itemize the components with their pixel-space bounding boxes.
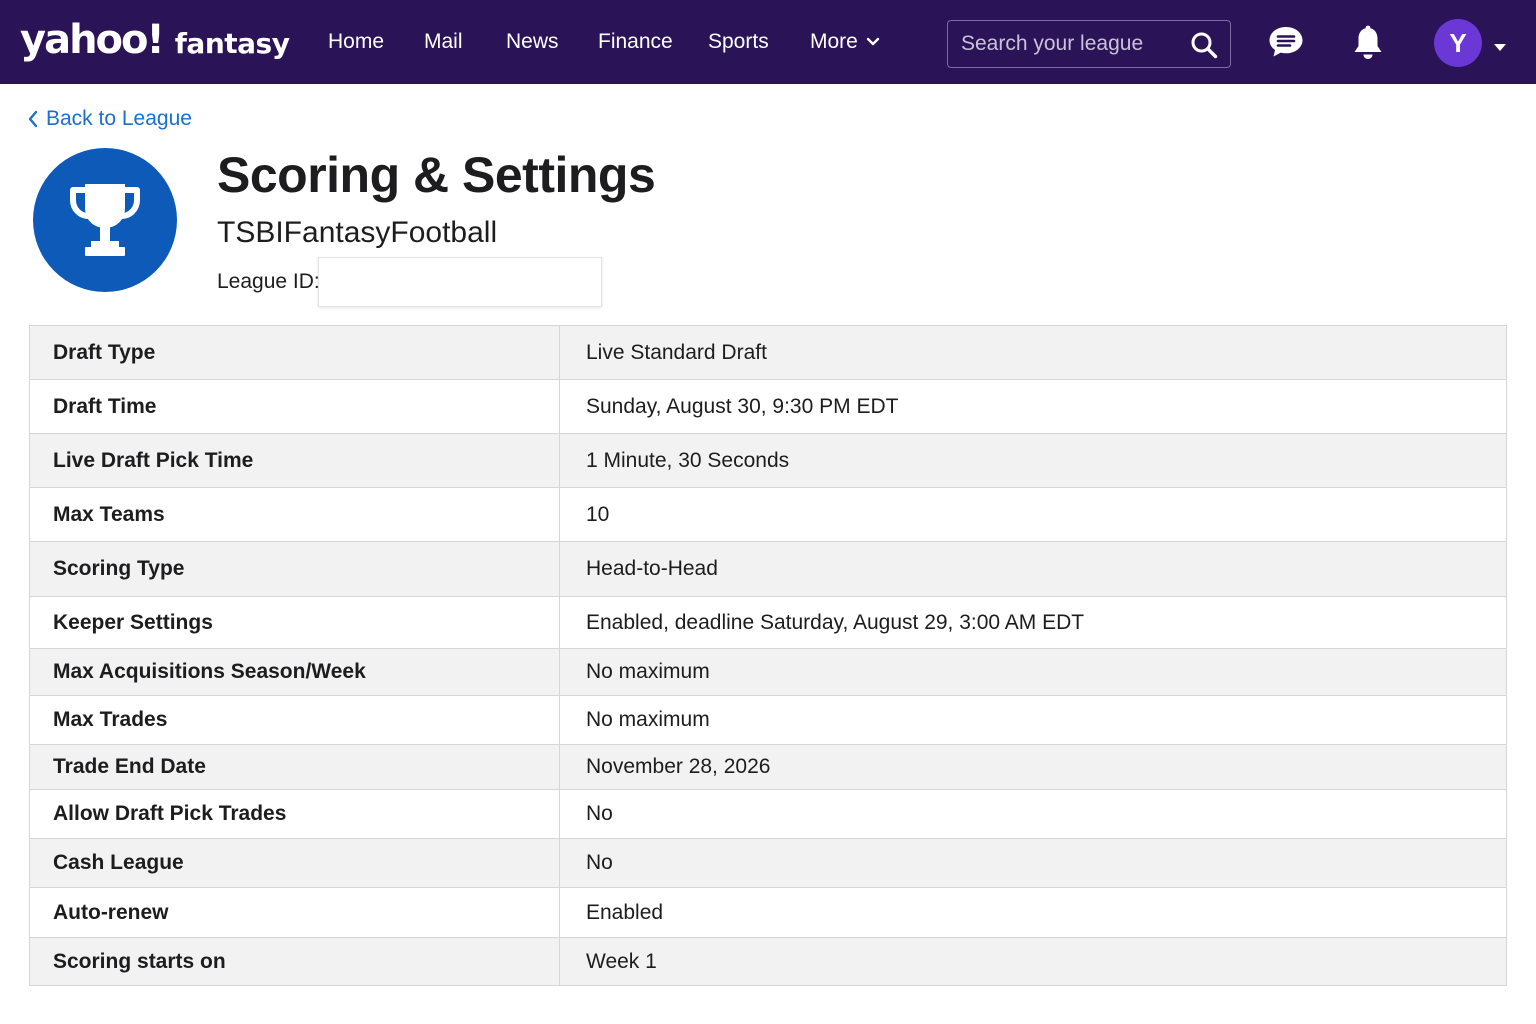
table-row: Max Acquisitions Season/Week No maximum (29, 648, 1507, 696)
setting-label-max-acquisitions: Max Acquisitions Season/Week (29, 648, 560, 696)
table-row: Draft Type Live Standard Draft (29, 325, 1507, 380)
yahoo-fantasy-logo[interactable]: yahoo! fantasy (20, 14, 290, 66)
nav-link-sports[interactable]: Sports (708, 0, 769, 84)
setting-label-max-trades: Max Trades (29, 695, 560, 745)
setting-value-max-trades: No maximum (559, 695, 1507, 745)
setting-value-cash-league: No (559, 838, 1507, 888)
trophy-icon (70, 184, 140, 256)
nav-link-home[interactable]: Home (328, 0, 384, 84)
setting-label-scoring-type: Scoring Type (29, 541, 560, 597)
notifications-button[interactable] (1352, 25, 1384, 66)
top-navigation-bar: yahoo! fantasy Home Mail News Finance Sp… (0, 0, 1536, 84)
league-id-label: League ID: (217, 270, 320, 293)
settings-table: Draft Type Live Standard Draft Draft Tim… (29, 325, 1507, 986)
table-row: Auto-renew Enabled (29, 887, 1507, 938)
table-row: Draft Time Sunday, August 30, 9:30 PM ED… (29, 379, 1507, 434)
setting-value-scoring-type: Head-to-Head (559, 541, 1507, 597)
setting-label-draft-time: Draft Time (29, 379, 560, 434)
chevron-left-icon (28, 110, 38, 128)
setting-value-pick-time: 1 Minute, 30 Seconds (559, 433, 1507, 488)
table-row: Cash League No (29, 838, 1507, 888)
search-icon (1191, 32, 1218, 59)
setting-label-draft-pick-trades: Allow Draft Pick Trades (29, 789, 560, 839)
caret-down-icon (1494, 44, 1506, 51)
bell-icon (1354, 25, 1382, 59)
account-menu-toggle[interactable] (1493, 39, 1507, 57)
table-row: Scoring Type Head-to-Head (29, 541, 1507, 597)
setting-label-keeper-settings: Keeper Settings (29, 596, 560, 649)
setting-value-auto-renew: Enabled (559, 887, 1507, 938)
setting-value-max-acquisitions: No maximum (559, 648, 1507, 696)
user-avatar[interactable]: Y (1434, 19, 1482, 67)
league-name: TSBIFantasyFootball (217, 216, 498, 249)
setting-label-max-teams: Max Teams (29, 487, 560, 542)
setting-label-cash-league: Cash League (29, 838, 560, 888)
logo-wordmark: yahoo! (20, 17, 165, 63)
league-search-box (947, 20, 1231, 68)
setting-label-draft-type: Draft Type (29, 325, 560, 380)
page-title: Scoring & Settings (217, 147, 656, 203)
setting-value-scoring-start: Week 1 (559, 937, 1507, 986)
table-row: Keeper Settings Enabled, deadline Saturd… (29, 596, 1507, 649)
chat-icon (1269, 27, 1303, 57)
setting-value-keeper-settings: Enabled, deadline Saturday, August 29, 3… (559, 596, 1507, 649)
setting-value-draft-pick-trades: No (559, 789, 1507, 839)
setting-label-pick-time: Live Draft Pick Time (29, 433, 560, 488)
setting-value-draft-type: Live Standard Draft (559, 325, 1507, 380)
setting-label-scoring-start: Scoring starts on (29, 937, 560, 986)
setting-label-auto-renew: Auto-renew (29, 887, 560, 938)
setting-value-trade-end-date: November 28, 2026 (559, 744, 1507, 790)
nav-link-more[interactable]: More (810, 0, 880, 84)
table-row: Max Teams 10 (29, 487, 1507, 542)
back-to-league-link[interactable]: Back to League (28, 106, 192, 132)
league-id-field (318, 257, 602, 307)
league-logo (33, 148, 177, 292)
table-row: Live Draft Pick Time 1 Minute, 30 Second… (29, 433, 1507, 488)
table-row: Allow Draft Pick Trades No (29, 789, 1507, 839)
setting-value-draft-time: Sunday, August 30, 9:30 PM EDT (559, 379, 1507, 434)
messages-button[interactable] (1268, 25, 1304, 64)
chevron-down-icon (866, 37, 880, 46)
table-row: Trade End Date November 28, 2026 (29, 744, 1507, 790)
back-link-label: Back to League (46, 107, 192, 130)
nav-more-label: More (810, 30, 858, 53)
logo-subtitle: fantasy (174, 27, 290, 60)
search-button[interactable] (1190, 31, 1218, 64)
nav-link-finance[interactable]: Finance (598, 0, 673, 84)
nav-link-mail[interactable]: Mail (424, 0, 463, 84)
setting-label-trade-end-date: Trade End Date (29, 744, 560, 790)
nav-link-news[interactable]: News (506, 0, 559, 84)
table-row: Max Trades No maximum (29, 695, 1507, 745)
table-row: Scoring starts on Week 1 (29, 937, 1507, 986)
search-input[interactable] (948, 32, 1178, 56)
setting-value-max-teams: 10 (559, 487, 1507, 542)
